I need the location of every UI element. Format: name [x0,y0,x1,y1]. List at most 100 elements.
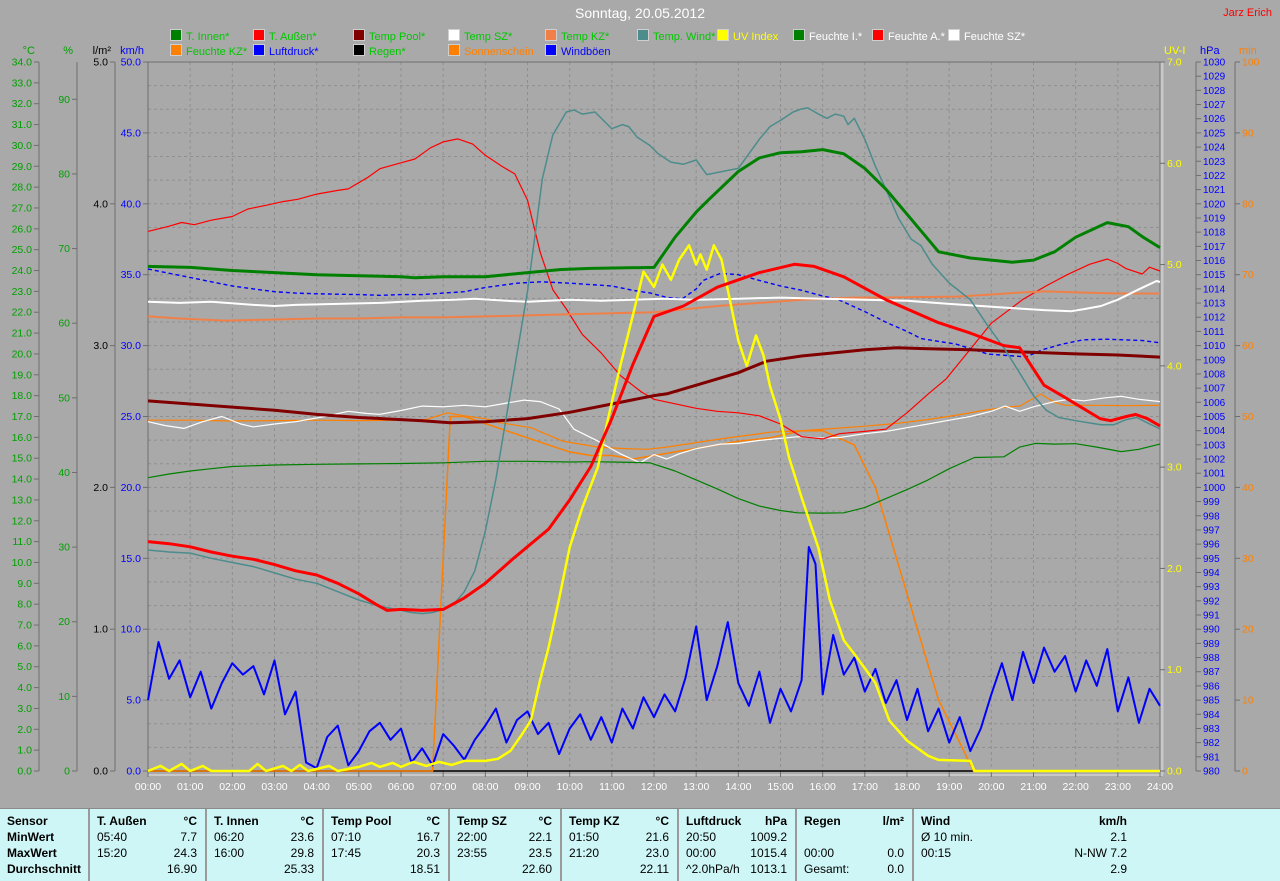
svg-text:982: 982 [1203,738,1220,749]
legend-swatch [448,29,460,41]
svg-text:09:00: 09:00 [514,781,540,793]
legend-swatch [948,29,960,41]
svg-text:1001: 1001 [1203,469,1226,480]
svg-text:1014: 1014 [1203,284,1226,295]
legend-item-temp-pool: Temp Pool* [353,29,425,41]
svg-text:990: 990 [1203,625,1220,636]
svg-text:20.0: 20.0 [12,348,33,360]
legend-label: Feuchte KZ* [186,46,247,58]
svg-text:1017: 1017 [1203,242,1226,253]
table-row-label: Sensor [0,813,88,829]
svg-text:6.0: 6.0 [17,640,32,652]
cell-value: 7.7 [180,829,197,845]
cell-time: Ø 10 min. [921,829,973,845]
svg-text:0.0: 0.0 [1167,766,1182,778]
table-row [797,829,912,845]
svg-text:18:00: 18:00 [894,781,920,793]
svg-text:10.0: 10.0 [121,624,142,636]
svg-text:33.0: 33.0 [12,77,33,89]
svg-text:29.0: 29.0 [12,161,33,173]
cell-time: 21:20 [569,845,599,861]
table-col-temp-pool: Temp Pool°C07:1016.717:4520.318.51 [322,809,448,881]
svg-text:1004: 1004 [1203,426,1226,437]
table-row: 06:2023.6 [207,829,322,845]
table-col-temp-sz: Temp SZ°C22:0022.123:5523.522.60 [448,809,560,881]
svg-text:1018: 1018 [1203,228,1226,239]
col-name: Temp SZ [457,813,507,829]
svg-text:1023: 1023 [1203,157,1226,168]
cell-value: 25.33 [284,861,314,877]
cell-time: 00:00 [686,845,716,861]
svg-text:07:00: 07:00 [430,781,456,793]
legend-item-sonnenschein: Sonnenschein [448,44,534,56]
legend-item-luftdruck: Luftdruck* [253,44,319,56]
table-col-header: LuftdruckhPa [679,813,795,829]
svg-text:90: 90 [58,94,70,106]
legend-swatch [170,44,182,56]
svg-text:5.0: 5.0 [126,695,141,707]
svg-text:988: 988 [1203,653,1220,664]
svg-text:981: 981 [1203,752,1220,763]
table-row: 00:000.0 [797,845,912,861]
svg-text:996: 996 [1203,540,1220,551]
table-row: 18.51 [324,861,448,877]
table-col-temp-kz: Temp KZ°C01:5021.621:2023.022.11 [560,809,677,881]
svg-text:05:00: 05:00 [346,781,372,793]
svg-text:70: 70 [58,243,70,255]
svg-text:23.0: 23.0 [12,286,33,298]
svg-text:998: 998 [1203,511,1220,522]
table-col-sensor: SensorMinWertMaxWertDurchschnitt [0,809,88,881]
table-row: 20:501009.2 [679,829,795,845]
legend-item-temp-sz: Temp SZ* [448,29,512,41]
cell-value: 2.1 [1110,829,1127,845]
svg-text:1020: 1020 [1203,199,1226,210]
svg-text:0: 0 [64,766,70,778]
svg-text:24:00: 24:00 [1147,781,1173,793]
svg-text:35.0: 35.0 [121,269,142,281]
svg-text:1000: 1000 [1203,483,1226,494]
table-row: 05:407.7 [90,829,205,845]
table-row: 00:15N-NW 7.2 [914,845,1135,861]
table-row: 2.9 [914,861,1135,877]
chart-legend: T. Innen*T. Außen*Temp Pool*Temp SZ*Temp… [0,0,1280,60]
svg-text:1013: 1013 [1203,299,1226,310]
svg-text:1005: 1005 [1203,412,1226,423]
table-row: 01:5021.6 [562,829,677,845]
svg-text:15:00: 15:00 [767,781,793,793]
table-col-header: T. Innen°C [207,813,322,829]
svg-text:2.0: 2.0 [17,724,32,736]
svg-text:90: 90 [1242,127,1254,139]
row-label-text: Sensor [7,813,48,829]
svg-text:25.0: 25.0 [121,411,142,423]
legend-item-windb-en: Windböen [545,44,611,56]
legend-item-temp-wind: Temp. Wind* [637,29,715,41]
svg-text:40: 40 [1242,482,1254,494]
legend-label: Feuchte I.* [809,31,862,43]
svg-text:1008: 1008 [1203,369,1226,380]
cell-value: 22.1 [529,829,552,845]
svg-text:1028: 1028 [1203,86,1226,97]
legend-swatch [717,29,729,41]
table-row: 21:2023.0 [562,845,677,861]
col-unit: °C [301,813,314,829]
svg-text:0.0: 0.0 [17,766,32,778]
table-col-luftdruck: LuftdruckhPa20:501009.200:001015.4^2.0hP… [677,809,795,881]
svg-text:21.0: 21.0 [12,328,33,340]
col-name: Temp Pool [331,813,391,829]
table-row: 16.90 [90,861,205,877]
svg-text:17.0: 17.0 [12,411,33,423]
legend-item-feuchte-i: Feuchte I.* [793,29,862,41]
table-col-t-au-en: T. Außen°C05:407.715:2024.316.90 [88,809,205,881]
cell-time: 23:55 [457,845,487,861]
cell-value: 23.6 [291,829,314,845]
legend-item-feuchte-sz: Feuchte SZ* [948,29,1025,41]
col-unit: l/m² [883,813,904,829]
svg-text:997: 997 [1203,525,1220,536]
svg-text:4.0: 4.0 [1167,360,1182,372]
legend-label: Temp Pool* [369,31,425,43]
legend-label: Luftdruck* [269,46,319,58]
table-row-label: MaxWert [0,845,88,861]
cell-value: 24.3 [174,845,197,861]
table-col-t-innen: T. Innen°C06:2023.616:0029.825.33 [205,809,322,881]
svg-text:5.0: 5.0 [1167,259,1182,271]
